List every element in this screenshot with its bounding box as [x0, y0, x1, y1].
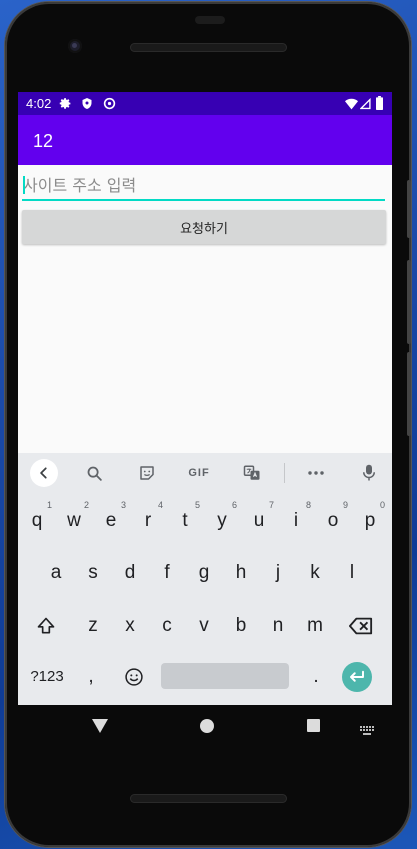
- cell-signal-icon: [359, 97, 371, 115]
- earpiece-speaker: [130, 43, 287, 52]
- translate-icon[interactable]: [238, 459, 266, 487]
- device-screen: 4:02 12 요청하기: [18, 92, 392, 705]
- space-bar[interactable]: [161, 663, 289, 689]
- key-r[interactable]: r4: [130, 500, 166, 541]
- key-s[interactable]: s: [75, 553, 111, 593]
- keyboard-keys: q1 w2 e3 r4 t5 y6 u7 i8 o9 p0 a s d f g …: [18, 493, 392, 705]
- key-m[interactable]: m: [297, 606, 333, 646]
- key-n[interactable]: n: [260, 606, 296, 646]
- chevron-left-icon[interactable]: [30, 459, 58, 487]
- gif-button[interactable]: GIF: [181, 459, 217, 487]
- text-cursor: [23, 176, 25, 194]
- shield-icon: [81, 97, 93, 115]
- key-o[interactable]: o9: [315, 500, 351, 541]
- toolbar-divider: [284, 463, 285, 483]
- key-a[interactable]: a: [38, 553, 74, 593]
- data-saver-icon: [103, 97, 116, 115]
- key-q[interactable]: q1: [19, 500, 55, 541]
- key-e[interactable]: e3: [93, 500, 129, 541]
- backspace-icon[interactable]: [343, 606, 379, 646]
- front-camera: [68, 39, 82, 53]
- app-bar: 12: [18, 115, 392, 165]
- key-x[interactable]: x: [112, 606, 148, 646]
- keyboard-toolbar: GIF: [18, 453, 392, 493]
- status-time: 4:02: [26, 96, 52, 111]
- key-d[interactable]: d: [112, 553, 148, 593]
- key-comma[interactable]: ,: [80, 657, 102, 697]
- key-t[interactable]: t5: [167, 500, 203, 541]
- top-sensor: [195, 16, 225, 24]
- key-v[interactable]: v: [186, 606, 222, 646]
- bottom-speaker: [130, 794, 287, 803]
- key-l[interactable]: l: [334, 553, 370, 593]
- url-input[interactable]: [22, 172, 385, 201]
- sticker-icon[interactable]: [133, 459, 161, 487]
- back-triangle-icon[interactable]: [92, 719, 108, 738]
- key-p[interactable]: p0: [352, 500, 388, 541]
- key-i[interactable]: i8: [278, 500, 314, 541]
- power-button: [407, 180, 411, 238]
- key-period[interactable]: .: [298, 657, 334, 697]
- key-c[interactable]: c: [149, 606, 185, 646]
- key-b[interactable]: b: [223, 606, 259, 646]
- recents-square-icon[interactable]: [307, 719, 320, 737]
- home-circle-icon[interactable]: [200, 719, 214, 738]
- request-button[interactable]: 요청하기: [22, 210, 386, 244]
- key-f[interactable]: f: [149, 553, 185, 593]
- search-icon[interactable]: [80, 459, 108, 487]
- soft-keyboard: GIF q1 w2 e3 r4 t5 y6 u7 i8 o9 p0 a s d …: [18, 453, 392, 705]
- key-w[interactable]: w2: [56, 500, 92, 541]
- keyboard-switch-icon[interactable]: [360, 723, 375, 741]
- symbols-key[interactable]: ?123: [24, 657, 70, 697]
- navigation-bar: [18, 705, 392, 749]
- wifi-icon: [345, 97, 358, 115]
- key-j[interactable]: j: [260, 553, 296, 593]
- shift-icon[interactable]: [28, 606, 64, 646]
- volume-down-button: [407, 352, 411, 436]
- emoji-icon[interactable]: [116, 657, 152, 697]
- key-k[interactable]: k: [297, 553, 333, 593]
- volume-up-button: [407, 260, 411, 344]
- key-h[interactable]: h: [223, 553, 259, 593]
- more-options-icon[interactable]: [302, 459, 330, 487]
- app-title: 12: [33, 131, 54, 151]
- battery-icon: [376, 96, 383, 115]
- key-y[interactable]: y6: [204, 500, 240, 541]
- status-bar: 4:02: [18, 92, 392, 115]
- key-g[interactable]: g: [186, 553, 222, 593]
- key-z[interactable]: z: [75, 606, 111, 646]
- microphone-icon[interactable]: [355, 459, 383, 487]
- key-u[interactable]: u7: [241, 500, 277, 541]
- enter-icon[interactable]: [342, 662, 372, 692]
- settings-gear-icon: [59, 97, 72, 115]
